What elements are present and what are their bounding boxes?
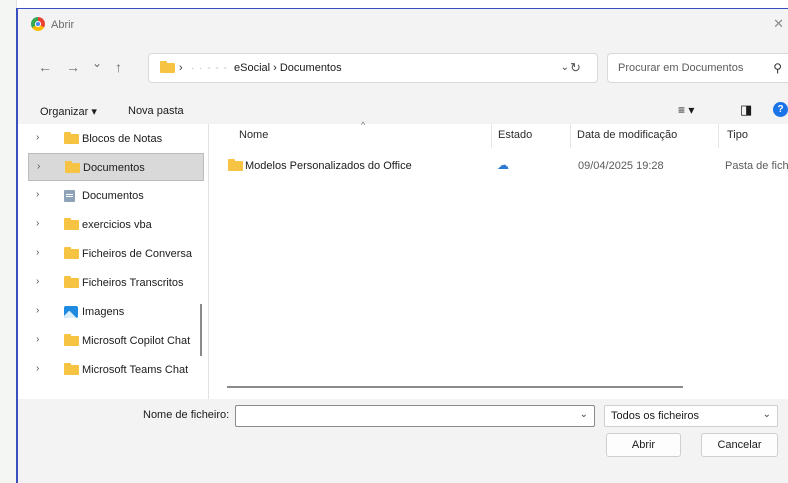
folder-icon bbox=[160, 61, 175, 73]
new-folder-button[interactable]: Nova pasta bbox=[128, 105, 184, 117]
sidebar-item-label: Microsoft Copilot Chat bbox=[82, 335, 191, 347]
file-type-value: Todos os ficheiros bbox=[611, 410, 700, 422]
refresh-icon[interactable]: ↻ bbox=[570, 60, 581, 76]
folder-icon bbox=[64, 132, 79, 144]
folder-icon bbox=[228, 159, 243, 171]
breadcrumb[interactable]: eSocial › Documentos bbox=[234, 62, 342, 74]
sidebar-item-label: Ficheiros Transcritos bbox=[82, 277, 184, 289]
filename-label: Nome de ficheiro: bbox=[143, 409, 230, 421]
back-arrow-icon[interactable]: ← bbox=[38, 59, 52, 75]
sidebar-item-blocos-de-notas[interactable]: › Blocos de Notas bbox=[18, 125, 204, 153]
expand-chevron-icon[interactable]: › bbox=[36, 132, 39, 143]
sidebar-item-microsoft-teams-chat[interactable]: › Microsoft Teams Chat bbox=[18, 356, 204, 384]
expand-chevron-icon[interactable]: › bbox=[36, 305, 39, 316]
view-options-icon[interactable]: ≡ ▾ bbox=[678, 103, 694, 117]
sidebar-item-documentos-library[interactable]: › Documentos bbox=[18, 182, 204, 210]
breadcrumb-chevron: › bbox=[179, 62, 183, 74]
column-header-date-modified[interactable]: Data de modificação bbox=[577, 129, 677, 141]
sidebar-item-documentos-selected[interactable]: › Documentos bbox=[28, 153, 204, 181]
sidebar-item-label: Microsoft Teams Chat bbox=[82, 364, 189, 376]
column-divider[interactable] bbox=[491, 124, 492, 148]
sidebar-item-label: Documentos bbox=[82, 190, 144, 202]
file-date-modified: 09/04/2025 19:28 bbox=[578, 160, 664, 172]
expand-chevron-icon[interactable]: › bbox=[37, 161, 40, 172]
expand-chevron-icon[interactable]: › bbox=[36, 218, 39, 229]
folder-icon bbox=[65, 161, 80, 173]
open-file-dialog: Abrir ✕ ← → ⌄ ↑ › · · - - - eSocial › Do… bbox=[16, 8, 788, 483]
expand-chevron-icon[interactable]: › bbox=[36, 363, 39, 374]
file-list: ^ Nome Estado Data de modificação Tipo M… bbox=[209, 120, 788, 399]
filename-input[interactable]: ⌄ bbox=[235, 405, 595, 427]
navigation-bar: ← → ⌄ ↑ › · · - - - eSocial › Documentos… bbox=[18, 53, 788, 89]
column-header-type[interactable]: Tipo bbox=[727, 129, 748, 141]
sidebar-item-label: Ficheiros de Conversa bbox=[82, 248, 193, 260]
close-icon[interactable]: ✕ bbox=[773, 16, 784, 32]
chrome-app-icon bbox=[31, 17, 45, 31]
address-bar[interactable]: › · · - - - eSocial › Documentos ⌄ bbox=[148, 53, 598, 83]
recent-locations-chevron-icon[interactable]: ⌄ bbox=[92, 56, 102, 70]
title-bar: Abrir ✕ bbox=[18, 9, 788, 45]
column-divider[interactable] bbox=[570, 124, 571, 148]
file-type-select[interactable]: Todos os ficheiros ⌄ bbox=[604, 405, 778, 427]
search-input[interactable]: Procurar em Documentos ⚲ bbox=[607, 53, 788, 83]
navigation-pane: › Blocos de Notas › Documentos › Documen… bbox=[18, 124, 209, 399]
filename-dropdown-icon[interactable]: ⌄ bbox=[580, 409, 588, 420]
sidebar-item-ficheiros-transcritos[interactable]: › Ficheiros Transcritos bbox=[18, 269, 204, 297]
image-icon bbox=[64, 306, 78, 318]
expand-chevron-icon[interactable]: › bbox=[36, 247, 39, 258]
sidebar-scrollbar[interactable] bbox=[200, 304, 202, 356]
folder-icon bbox=[64, 363, 79, 375]
file-type: Pasta de ficheiros bbox=[725, 160, 788, 172]
folder-icon bbox=[64, 218, 79, 230]
sidebar-item-ficheiros-de-conversa[interactable]: › Ficheiros de Conversa bbox=[18, 240, 204, 268]
help-icon[interactable]: ? bbox=[773, 102, 788, 117]
expand-chevron-icon[interactable]: › bbox=[36, 276, 39, 287]
open-button[interactable]: Abrir bbox=[606, 433, 681, 457]
file-name[interactable]: Modelos Personalizados do Office bbox=[245, 160, 412, 172]
command-bar: Organizar ▾ Nova pasta ≡ ▾ ◨ ? bbox=[18, 99, 788, 125]
cancel-button[interactable]: Cancelar bbox=[701, 433, 778, 457]
search-icon[interactable]: ⚲ bbox=[773, 61, 782, 75]
column-divider[interactable] bbox=[718, 124, 719, 148]
search-placeholder: Procurar em Documentos bbox=[618, 62, 744, 74]
sidebar-item-label: Documentos bbox=[83, 162, 145, 174]
expand-chevron-icon[interactable]: › bbox=[36, 189, 39, 200]
sidebar-item-label: Blocos de Notas bbox=[82, 133, 163, 145]
folder-icon bbox=[64, 276, 79, 288]
sidebar-item-microsoft-copilot-chat[interactable]: › Microsoft Copilot Chat bbox=[18, 327, 204, 355]
folder-icon bbox=[64, 334, 79, 346]
organize-button[interactable]: Organizar ▾ bbox=[40, 105, 97, 118]
file-type-dropdown-icon[interactable]: ⌄ bbox=[763, 409, 771, 420]
column-header-status[interactable]: Estado bbox=[498, 129, 532, 141]
obscured-path: · · - - - bbox=[191, 63, 228, 74]
sort-ascending-icon: ^ bbox=[361, 120, 366, 130]
sidebar-item-exercicios-vba[interactable]: › exercicios vba bbox=[18, 211, 204, 239]
expand-chevron-icon[interactable]: › bbox=[36, 334, 39, 345]
window-title: Abrir bbox=[51, 19, 75, 31]
preview-pane-icon[interactable]: ◨ bbox=[740, 102, 752, 118]
horizontal-scrollbar[interactable] bbox=[227, 386, 683, 388]
cloud-status-icon: ☁ bbox=[497, 158, 509, 172]
sidebar-item-label: Imagens bbox=[82, 306, 125, 318]
document-icon bbox=[64, 190, 75, 202]
up-arrow-icon[interactable]: ↑ bbox=[115, 59, 122, 75]
sidebar-item-imagens[interactable]: › Imagens bbox=[18, 298, 204, 326]
address-dropdown-icon[interactable]: ⌄ bbox=[561, 62, 569, 73]
forward-arrow-icon[interactable]: → bbox=[66, 59, 80, 75]
column-header-name[interactable]: Nome bbox=[239, 129, 268, 141]
sidebar-item-label: exercicios vba bbox=[82, 219, 152, 231]
background-window-edge bbox=[0, 0, 17, 483]
folder-icon bbox=[64, 247, 79, 259]
